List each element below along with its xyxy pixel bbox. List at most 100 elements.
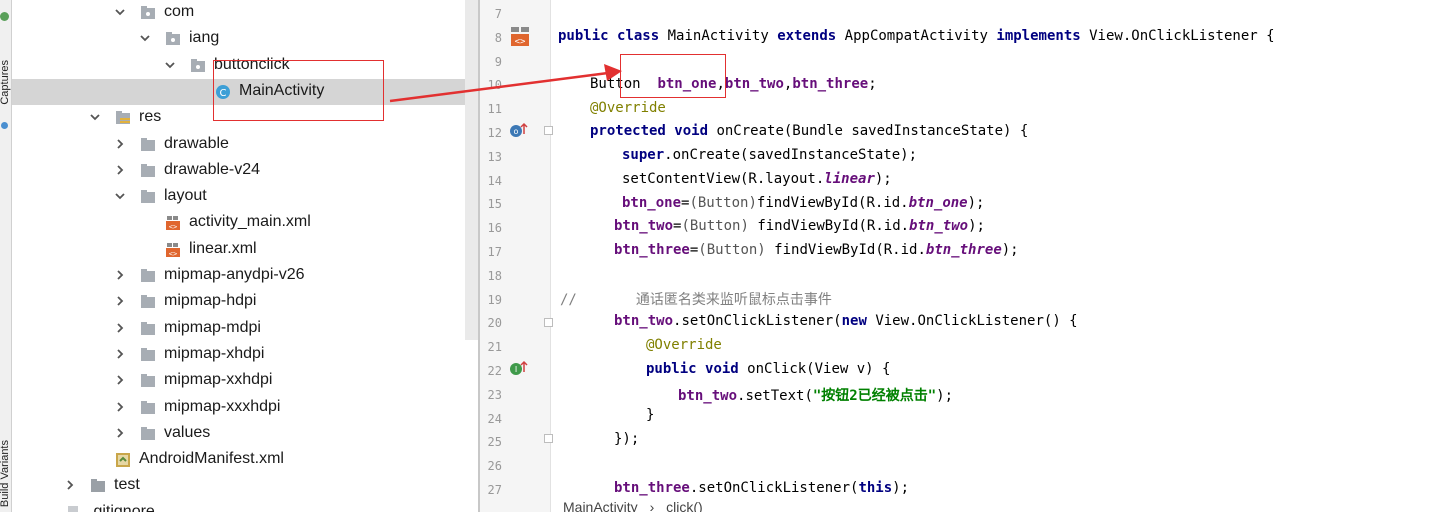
fold-marker[interactable]	[544, 434, 553, 443]
tree-item-label: mipmap-mdpi	[164, 318, 261, 336]
chevron-down-icon[interactable]	[114, 190, 126, 204]
layout-xml-gutter-icon[interactable]: <>	[510, 26, 532, 48]
package-icon	[140, 5, 156, 21]
tree-item-label: res	[139, 108, 162, 126]
tree-item[interactable]: mipmap-xxxhdpi	[12, 395, 478, 421]
chevron-down-icon[interactable]	[114, 6, 126, 20]
tree-item[interactable]: mipmap-xxhdpi	[12, 368, 478, 394]
code-line-23[interactable]: btn_two.setText("按钮2已经被点击");	[678, 385, 953, 405]
build-variants-tab[interactable]: Build Variants	[0, 440, 11, 507]
tree-item-label: com	[164, 3, 195, 20]
line-number: 21	[487, 340, 502, 355]
breadcrumb-class[interactable]: MainActivity	[563, 499, 638, 512]
line-number: 26	[487, 459, 502, 474]
fold-marker[interactable]	[544, 318, 553, 327]
tree-item[interactable]: <> linear.xml	[12, 237, 478, 263]
tree-item[interactable]: drawable	[12, 132, 478, 158]
breadcrumb-separator: ›	[649, 499, 655, 512]
code-line-27[interactable]: btn_three.setOnClickListener(this);	[614, 480, 909, 496]
implements-gutter-icon[interactable]: I	[509, 360, 529, 376]
override-gutter-icon[interactable]: o	[509, 122, 529, 138]
tree-item[interactable]: values	[12, 421, 478, 447]
chevron-right-icon[interactable]	[114, 374, 126, 388]
line-number: 12	[487, 126, 502, 140]
code-line-15[interactable]: btn_one=(Button)findViewById(R.id.btn_on…	[622, 195, 984, 211]
tree-item[interactable]: layout	[12, 184, 478, 210]
folder-icon	[140, 163, 156, 179]
editor-breadcrumb[interactable]: MainActivity › click()	[550, 499, 1430, 512]
line-number: 27	[487, 483, 502, 497]
chevron-right-icon[interactable]	[114, 348, 126, 362]
folder-icon	[140, 400, 156, 416]
code-line-22[interactable]: public void onClick(View v) {	[646, 361, 890, 377]
tree-item[interactable]: drawable-v24	[12, 158, 478, 184]
xml-icon: <>	[165, 215, 181, 231]
captures-icon[interactable]	[0, 12, 9, 21]
fold-marker[interactable]	[544, 126, 553, 135]
breadcrumb-method[interactable]: click()	[666, 499, 703, 512]
line-number: 16	[487, 221, 502, 236]
line-number: 9	[494, 54, 502, 69]
chevron-down-icon[interactable]	[164, 59, 176, 73]
tree-item[interactable]: iang	[12, 26, 478, 52]
tree-item[interactable]: mipmap-anydpi-v26	[12, 263, 478, 289]
code-line-8[interactable]: public class MainActivity extends AppCom…	[558, 28, 1275, 44]
tree-item[interactable]: mipmap-mdpi	[12, 316, 478, 342]
tree-item[interactable]: mipmap-hdpi	[12, 289, 478, 315]
chevron-right-icon[interactable]	[114, 401, 126, 415]
package-icon	[190, 58, 206, 74]
chevron-right-icon[interactable]	[114, 138, 126, 152]
chevron-right-icon[interactable]	[114, 427, 126, 441]
chevron-down-icon[interactable]	[89, 111, 101, 125]
captures-tab[interactable]: Captures	[0, 60, 11, 105]
tree-item-label: mipmap-anydpi-v26	[164, 266, 305, 283]
chevron-right-icon[interactable]	[114, 295, 126, 309]
line-number: 14	[487, 173, 502, 188]
folder-icon	[140, 426, 156, 442]
tree-item-label: activity_main.xml	[189, 213, 311, 231]
chevron-right-icon[interactable]	[114, 164, 126, 178]
folder-icon	[140, 294, 156, 310]
tree-item-label: linear.xml	[189, 239, 257, 257]
code-line-20[interactable]: btn_two.setOnClickListener(new View.OnCl…	[614, 313, 1078, 329]
annotation-box-btn-one	[620, 54, 726, 98]
folder-icon	[140, 189, 156, 205]
xml-icon: <>	[165, 242, 181, 258]
annotation-box-mainactivity	[213, 60, 384, 121]
tree-item-label: mipmap-xhdpi	[164, 344, 265, 362]
code-line-24[interactable]: }	[646, 407, 654, 423]
line-number: 17	[487, 245, 502, 259]
code-line-25[interactable]: });	[614, 431, 639, 447]
tree-item-label: test	[114, 476, 140, 494]
folder-gray-icon	[90, 478, 106, 494]
code-line-16[interactable]: btn_two=(Button) findViewById(R.id.btn_t…	[614, 218, 985, 234]
svg-text:o: o	[514, 127, 519, 136]
code-line-21[interactable]: @Override	[646, 337, 722, 353]
code-line-19[interactable]: // 通话匿名类来监听鼠标点击事件	[560, 289, 832, 309]
tree-item[interactable]: AndroidManifest.xml	[12, 447, 478, 473]
tree-item[interactable]: test	[12, 473, 478, 499]
tree-scrollbar[interactable]	[465, 0, 478, 340]
editor-gutter: 7 8 9 10 11 12 13 14 15 16 17 18 19 20 21 22 23 24 25 26 27	[480, 0, 551, 512]
chevron-right-icon[interactable]	[114, 269, 126, 283]
code-line-13[interactable]: super.onCreate(savedInstanceState);	[622, 147, 917, 163]
build-variants-icon	[1, 122, 8, 129]
chevron-right-icon[interactable]	[64, 479, 76, 493]
tree-item[interactable]: com	[12, 0, 478, 26]
code-line-17[interactable]: btn_three=(Button) findViewById(R.id.btn…	[614, 242, 1019, 258]
line-number: 10	[487, 78, 502, 93]
code-line-14[interactable]: setContentView(R.layout.linear);	[622, 171, 892, 187]
chevron-right-icon[interactable]	[114, 322, 126, 336]
tree-item[interactable]: mipmap-xhdpi	[12, 342, 478, 368]
code-line-12[interactable]: protected void onCreate(Bundle savedInst…	[590, 123, 1028, 139]
tree-item[interactable]: <> activity_main.xml	[12, 210, 478, 236]
tree-item-label: drawable-v24	[164, 160, 261, 178]
package-icon	[165, 31, 181, 47]
tree-item[interactable]: .gitignore	[12, 500, 478, 512]
tree-item-label: iang	[189, 29, 220, 47]
code-line-11[interactable]: @Override	[590, 100, 666, 116]
chevron-down-icon[interactable]	[139, 32, 151, 46]
svg-text:I: I	[515, 365, 517, 374]
line-number: 19	[487, 292, 502, 307]
line-number: 18	[487, 268, 502, 283]
